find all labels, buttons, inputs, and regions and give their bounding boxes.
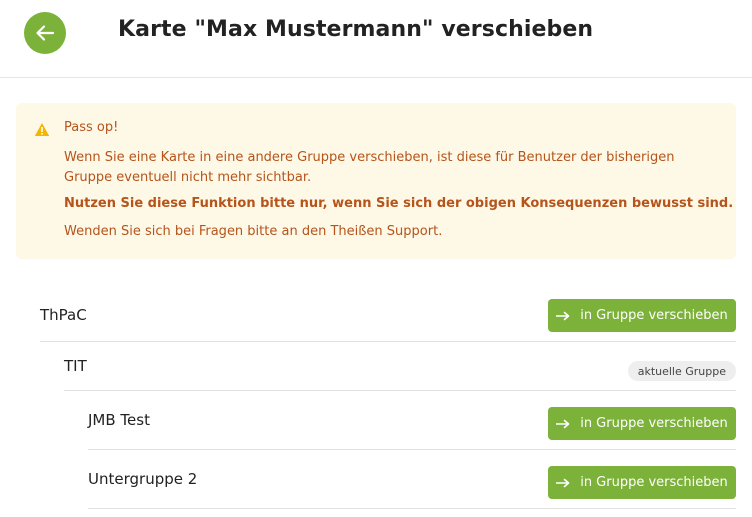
group-row-untergruppe-2: Untergruppe 2 in Gruppe verschieben: [88, 450, 736, 509]
group-row-jmb-test: JMB Test in Gruppe verschieben: [88, 391, 736, 450]
arrow-right-icon: [556, 311, 570, 321]
group-name: Untergruppe 2: [88, 470, 198, 488]
group-name: TIT: [64, 357, 87, 375]
back-button[interactable]: [24, 12, 66, 54]
arrow-right-icon: [556, 419, 570, 429]
arrow-right-icon: [556, 478, 570, 488]
move-to-group-button[interactable]: in Gruppe verschieben: [548, 407, 736, 440]
warning-title: Pass op!: [64, 120, 119, 135]
warning-text: Wenn Sie eine Karte in eine andere Grupp…: [64, 150, 675, 185]
group-name: JMB Test: [88, 411, 150, 429]
move-to-group-button[interactable]: in Gruppe verschieben: [548, 466, 736, 499]
move-button-label: in Gruppe verschieben: [580, 475, 728, 490]
warning-triangle-icon: [34, 123, 50, 136]
group-row-tit: TIT aktuelle Gruppe: [64, 342, 736, 391]
page-title: Karte "Max Mustermann" verschieben: [118, 17, 594, 42]
page-header: Karte "Max Mustermann" verschieben: [0, 0, 752, 78]
warning-box: Pass op! Wenn Sie eine Karte in eine and…: [16, 103, 736, 259]
move-button-label: in Gruppe verschieben: [580, 308, 728, 323]
group-row-thpac: ThPaC in Gruppe verschieben: [40, 289, 736, 342]
move-to-group-button[interactable]: in Gruppe verschieben: [548, 299, 736, 332]
move-button-label: in Gruppe verschieben: [580, 416, 728, 431]
warning-support-text: Wenden Sie sich bei Fragen bitte an den …: [64, 224, 443, 239]
warning-bold-text: Nutzen Sie diese Funktion bitte nur, wen…: [64, 196, 734, 211]
group-name: ThPaC: [40, 306, 87, 324]
arrow-left-icon: [36, 25, 55, 41]
current-group-badge: aktuelle Gruppe: [627, 361, 736, 381]
